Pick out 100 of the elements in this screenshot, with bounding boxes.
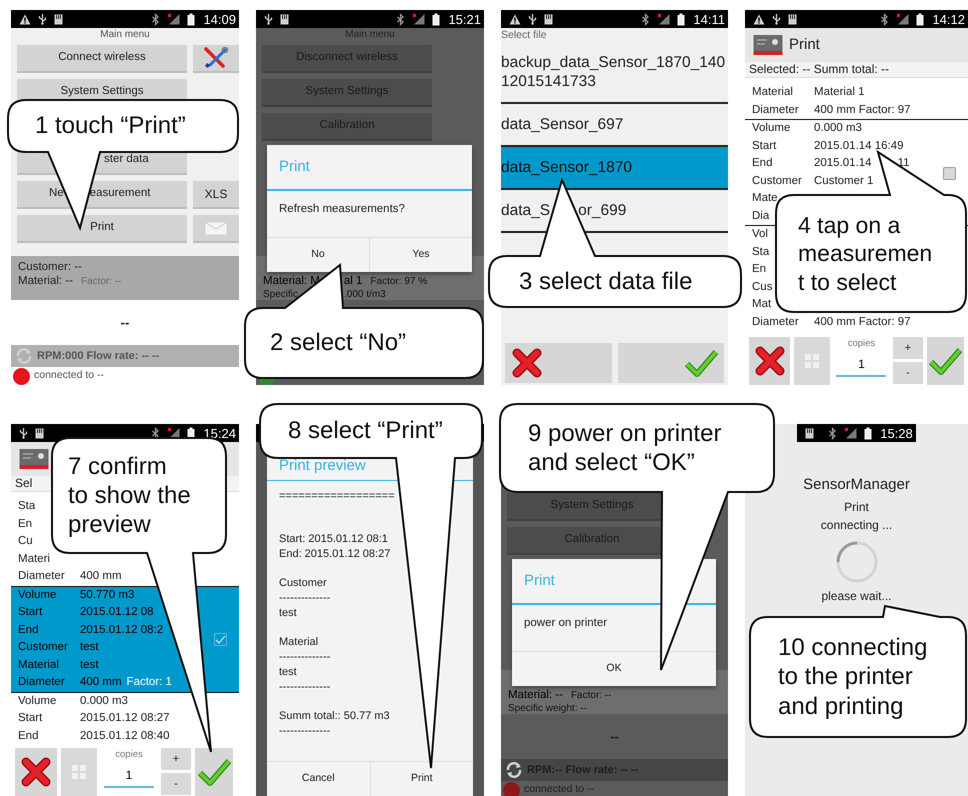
field-label: Diameter	[18, 570, 65, 582]
value-text: --	[120, 314, 130, 332]
callout-text: 7 confirm to show the preview	[68, 452, 191, 540]
refresh-icon	[15, 347, 33, 365]
info-text: Material: --	[508, 688, 563, 702]
field-label: Dia	[752, 210, 770, 222]
checkbox[interactable]	[943, 166, 956, 180]
dialog-button[interactable]: Cancel	[267, 762, 370, 796]
envelope-icon	[205, 222, 227, 234]
callout-text: 1 touch “Print”	[35, 111, 186, 141]
field-label: Cus	[752, 280, 772, 293]
spinner-icon	[834, 540, 878, 584]
copies-label: copies	[115, 748, 143, 762]
bluetooth-icon	[641, 12, 650, 26]
checkbox[interactable]	[214, 633, 227, 646]
field-label: Start	[18, 606, 42, 618]
dialog-message: power on printer	[524, 617, 608, 629]
connection-text: connected to --	[524, 782, 594, 796]
battery-icon	[187, 12, 196, 26]
field-label: Material	[18, 658, 59, 671]
field-label: Materi	[18, 552, 50, 565]
field-label: Diameter	[752, 104, 799, 116]
field-value: 2015.01.12 08	[80, 605, 154, 620]
field-value: 400 mm Factor: 97	[814, 314, 911, 330]
field-value: 2015.01.12 08:27	[80, 711, 170, 726]
dialog-title: Print preview	[279, 456, 366, 476]
field-label: End	[752, 157, 772, 170]
callout-text: 10 connecting to the printer and printing	[778, 633, 928, 721]
warning-icon	[509, 14, 521, 24]
factor-text: Factor: 1	[126, 675, 172, 690]
confirm-button[interactable]	[618, 343, 724, 383]
refresh-icon	[505, 761, 523, 779]
decrement-button[interactable]: -	[893, 362, 923, 384]
cancel-button[interactable]	[15, 748, 57, 796]
status-time: 15:21	[448, 12, 481, 26]
tools-button[interactable]	[193, 45, 239, 73]
value-text: --	[610, 728, 619, 746]
file-item[interactable]: data_Sensor_1870	[501, 147, 728, 190]
info-note: Factor: --	[80, 275, 122, 289]
preview-line: --------------	[279, 725, 330, 737]
preview-line: Customer	[279, 577, 327, 589]
field-value: 0.000 m3	[814, 121, 862, 136]
sd-card-icon	[544, 14, 553, 24]
copies-label: copies	[848, 337, 876, 351]
battery-icon	[677, 12, 686, 26]
field-value: 0.000 m3	[80, 694, 128, 709]
cancel-button[interactable]	[505, 343, 612, 383]
bluetooth-icon	[151, 12, 160, 26]
mail-button[interactable]	[193, 215, 239, 243]
summary-text: Sel	[15, 476, 32, 490]
copies-field[interactable]: 1	[836, 353, 886, 378]
confirm-button[interactable]	[926, 337, 964, 385]
summary-text: Selected: -- Summ total: --	[749, 62, 890, 76]
usb-icon	[528, 13, 537, 25]
callout-text: 9 power on printer and select “OK”	[528, 418, 722, 478]
info-note: Factor: 97 %	[370, 275, 428, 289]
confirm-button[interactable]	[195, 748, 233, 796]
field-label: End	[18, 624, 38, 636]
screen-title: Select file	[501, 29, 547, 41]
check-icon	[928, 347, 962, 375]
info-text: Material: --	[18, 274, 73, 288]
cross-icon	[754, 345, 786, 377]
callout-text: 8 select “Print”	[288, 416, 443, 446]
dialog-button[interactable]: OK	[512, 652, 716, 686]
preview-line: End: 2015.01.12 08:27	[279, 548, 390, 560]
increment-button[interactable]: +	[893, 337, 923, 359]
field-value: 2015.01.14 16:49	[814, 138, 904, 154]
decrement-button[interactable]: -	[161, 773, 191, 795]
field-label: Material	[752, 86, 793, 98]
sd-card-icon	[788, 14, 797, 24]
dialog-button[interactable]: No	[267, 238, 369, 272]
field-label: Volume	[752, 122, 790, 134]
field-label: Start	[18, 712, 42, 724]
grid-icon	[71, 764, 87, 780]
copies-field[interactable]: 1	[104, 764, 154, 788]
dialog-button[interactable]: Yes	[369, 238, 472, 272]
dialog-message: Refresh measurements?	[279, 203, 405, 215]
screen-title: Main menu	[100, 29, 150, 40]
field-value: 400 mm Factor: 97	[814, 102, 911, 118]
usb-icon	[772, 13, 781, 25]
preview-line: Start: 2015.01.12 08:1	[279, 533, 388, 545]
field-label: End	[18, 730, 38, 742]
cancel-button[interactable]	[749, 337, 790, 385]
dialog-title: Print	[524, 570, 555, 591]
usb-icon	[264, 13, 273, 25]
sd-card-icon	[805, 428, 814, 438]
preview-line: Summ total:: 50.77 m3	[279, 710, 390, 722]
sd-card-icon	[35, 428, 44, 438]
field-label: Customer	[752, 174, 802, 187]
increment-button[interactable]: +	[161, 748, 191, 770]
battery-icon	[432, 12, 440, 26]
field-label: En	[18, 518, 32, 530]
battery-icon	[916, 12, 924, 26]
wait-text: please wait...	[821, 588, 892, 604]
menu-button[interactable]: XLS	[193, 181, 239, 209]
menu-button[interactable]: Connect wireless	[17, 45, 187, 73]
info-note: Factor: --	[570, 689, 612, 703]
menu-button[interactable]: Print	[17, 215, 187, 243]
preview-line: --------------	[279, 651, 330, 663]
info-text: al 1	[344, 274, 362, 288]
